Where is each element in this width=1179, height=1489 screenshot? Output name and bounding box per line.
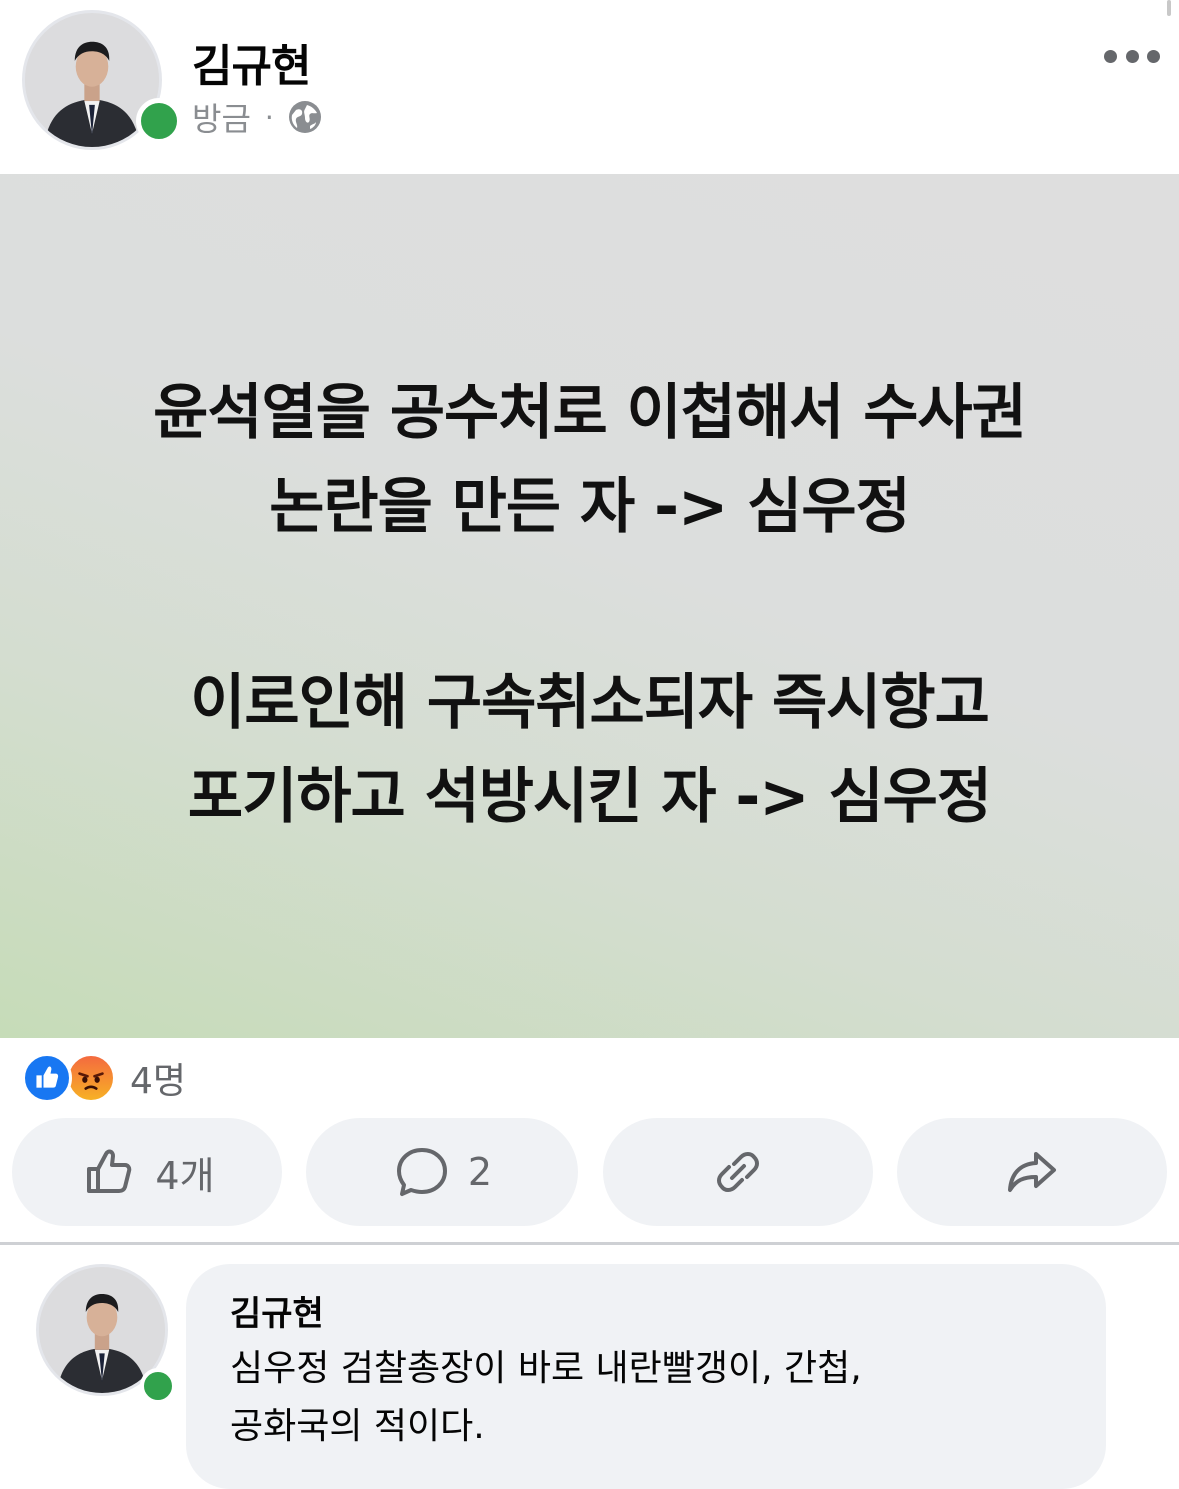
- more-options-button[interactable]: [1104, 42, 1160, 70]
- post-text-line: 포기하고 석방시킨 자 -> 심우정: [187, 762, 992, 832]
- post-text-line: 윤석열을 공수처로 이첩해서 수사권: [153, 378, 1027, 448]
- like-button[interactable]: 4개: [12, 1118, 282, 1226]
- post-actions: 4개 2: [12, 1118, 1168, 1226]
- commenter-online-dot: [140, 1368, 176, 1404]
- reactions-summary[interactable]: 4명: [22, 1050, 186, 1106]
- thumbs-up-icon: [87, 1149, 132, 1193]
- post-text-paragraph-1: 윤석열을 공수처로 이첩해서 수사권 논란을 만든 자 -> 심우정: [0, 366, 1179, 554]
- meta-separator: ·: [264, 100, 274, 134]
- post-time[interactable]: 방금: [192, 94, 251, 140]
- more-horizontal-icon: [1104, 49, 1117, 63]
- comment-text-line: 심우정 검찰총장이 바로 내란빨갱이, 간첩,: [230, 1348, 862, 1389]
- comment-author[interactable]: 김규현: [230, 1290, 1062, 1338]
- comment-text: 심우정 검찰총장이 바로 내란빨갱이, 간첩, 공화국의 적이다.: [230, 1340, 1062, 1456]
- post-meta: 방금 ·: [192, 94, 322, 140]
- globe-icon: [288, 101, 321, 133]
- post-background-card: [0, 174, 1179, 1038]
- post-author-name[interactable]: 김규현: [192, 30, 311, 94]
- like-reaction-icon: [22, 1053, 72, 1103]
- comment-bubble[interactable]: 김규현 심우정 검찰총장이 바로 내란빨갱이, 간첩, 공화국의 적이다.: [186, 1264, 1106, 1489]
- reaction-count: 4명: [130, 1061, 187, 1102]
- comment-count: 2: [467, 1150, 493, 1194]
- link-icon: [717, 1152, 759, 1192]
- share-icon: [1008, 1152, 1056, 1192]
- comment-bubble-icon: [396, 1148, 447, 1196]
- post-text-line: 이로인해 구속취소되자 즉시항고: [190, 668, 990, 738]
- comment-text-line: 공화국의 적이다.: [230, 1406, 485, 1447]
- section-divider: [0, 1242, 1179, 1245]
- online-status-dot: [136, 98, 182, 144]
- post-text-line: 논란을 만든 자 -> 심우정: [269, 472, 911, 542]
- copy-link-button[interactable]: [603, 1118, 873, 1226]
- like-count: 4개: [155, 1153, 215, 1198]
- share-button[interactable]: [897, 1118, 1167, 1226]
- post-text-paragraph-2: 이로인해 구속취소되자 즉시항고 포기하고 석방시킨 자 -> 심우정: [0, 656, 1179, 844]
- angry-reaction-icon: [66, 1053, 116, 1103]
- post-header: 김규현 방금 ·: [0, 0, 1179, 174]
- comment-button[interactable]: 2: [306, 1118, 578, 1226]
